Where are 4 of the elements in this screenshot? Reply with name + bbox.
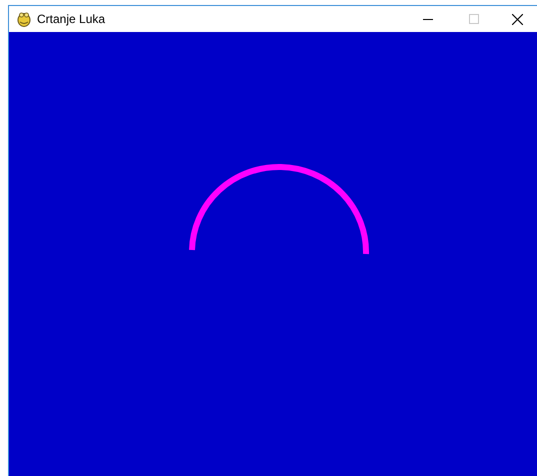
- maximize-icon: [469, 14, 479, 24]
- minimize-icon: [423, 18, 433, 20]
- window-title: Crtanje Luka: [37, 11, 106, 28]
- close-icon: [512, 14, 522, 24]
